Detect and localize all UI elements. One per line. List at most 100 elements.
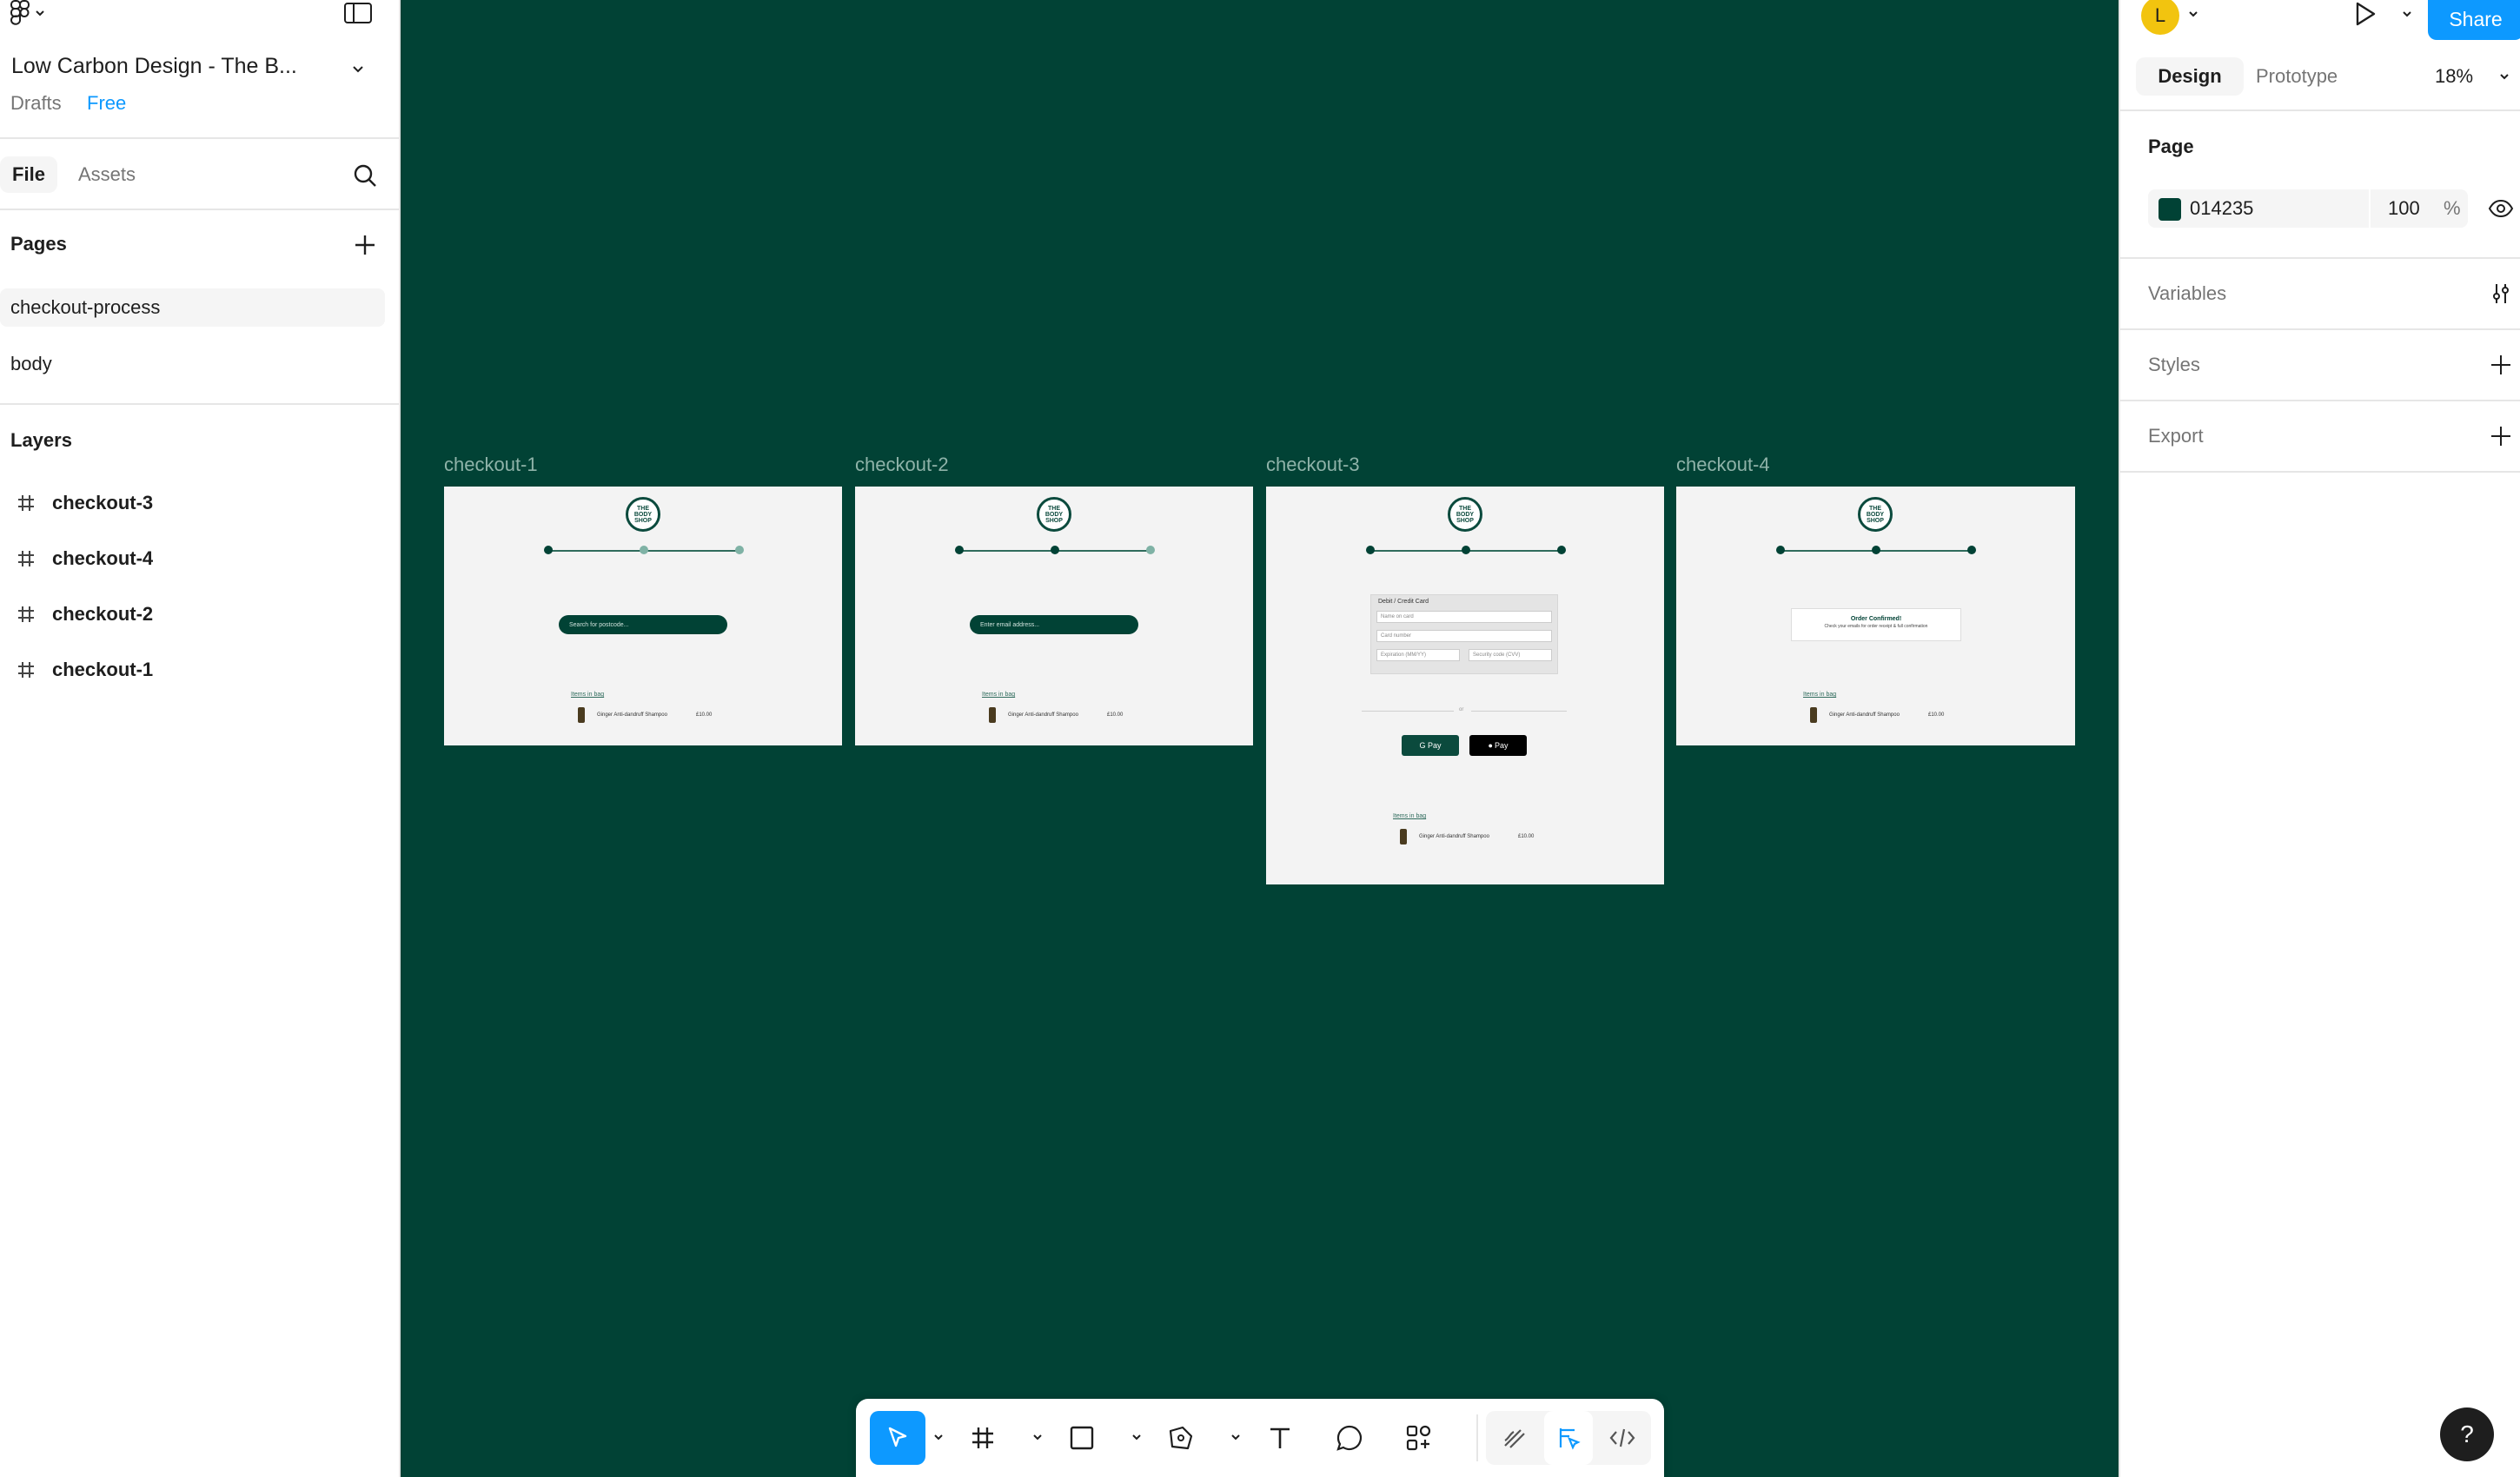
page-section-title: Page <box>2148 136 2194 157</box>
styles-section[interactable]: Styles <box>2120 330 2520 400</box>
progress-step-dot <box>955 546 964 554</box>
design-canvas[interactable]: checkout-1 THE BODY SHOP Search for post… <box>401 0 2119 1477</box>
chevron-down-icon[interactable] <box>2398 3 2416 24</box>
design-mode-button[interactable] <box>1544 1411 1593 1465</box>
layer-label: checkout-1 <box>52 659 154 680</box>
divider <box>0 209 401 210</box>
brand-logo: THE BODY SHOP <box>1858 497 1893 532</box>
zoom-level[interactable]: 18% <box>2435 57 2473 96</box>
share-button[interactable]: Share <box>2428 0 2520 40</box>
tab-assets[interactable]: Assets <box>78 156 136 193</box>
main-menu-button[interactable] <box>10 0 63 26</box>
brand-logo: THE BODY SHOP <box>626 497 660 532</box>
user-avatar[interactable]: L <box>2141 0 2179 35</box>
brand-logo: THE BODY SHOP <box>1037 497 1071 532</box>
styles-label: Styles <box>2148 354 2200 375</box>
export-section[interactable]: Export <box>2120 401 2520 471</box>
frame-label-checkout-2[interactable]: checkout-2 <box>855 454 949 476</box>
frame-hash-icon <box>0 493 52 513</box>
divider <box>2120 471 2520 473</box>
chevron-down-icon[interactable] <box>1228 1428 1243 1446</box>
frame-checkout-4[interactable]: THE BODY SHOP Order Confirmed! Check you… <box>1676 487 2075 745</box>
frame-label-checkout-3[interactable]: checkout-3 <box>1266 454 1360 476</box>
progress-step-dot <box>1872 546 1880 554</box>
frame-label-checkout-4[interactable]: checkout-4 <box>1676 454 1770 476</box>
order-confirmed-card: Order Confirmed! Check your emails for o… <box>1791 608 1961 641</box>
layer-item-checkout-2[interactable]: checkout-2 <box>0 593 385 636</box>
items-in-bag-link: Items in bag <box>982 692 1016 698</box>
variables-section[interactable]: Variables <box>2120 259 2520 328</box>
or-text: or <box>1459 707 1464 712</box>
variables-adjust-icon[interactable] <box>2485 278 2517 309</box>
chevron-down-icon[interactable] <box>348 59 368 80</box>
present-play-icon[interactable] <box>2348 0 2383 30</box>
frame-checkout-1[interactable]: THE BODY SHOP Search for postcode... Ite… <box>444 487 842 745</box>
search-icon[interactable] <box>348 160 382 191</box>
file-title[interactable]: Low Carbon Design - The B... <box>11 54 297 79</box>
frame-checkout-3[interactable]: THE BODY SHOP Debit / Credit Card Name o… <box>1266 487 1664 884</box>
text-tool-button[interactable] <box>1252 1411 1308 1465</box>
confirm-title: Order Confirmed! <box>1850 616 1902 622</box>
frame-tool-button[interactable] <box>955 1411 1011 1465</box>
help-button[interactable]: ? <box>2440 1407 2494 1461</box>
project-link[interactable]: Drafts <box>10 92 62 115</box>
email-field: Enter email address... <box>970 615 1138 634</box>
add-page-plus-icon[interactable] <box>349 229 381 261</box>
bottom-toolbar <box>856 1399 1664 1477</box>
apple-pay-button: ● Pay <box>1469 735 1527 756</box>
comment-tool-button[interactable] <box>1322 1411 1377 1465</box>
page-item-checkout-process[interactable]: checkout-process <box>0 288 385 327</box>
progress-step-dot <box>1051 546 1059 554</box>
dev-mode-button[interactable] <box>1598 1411 1647 1465</box>
frame-hash-icon <box>970 1425 996 1451</box>
card-form-title: Debit / Credit Card <box>1378 599 1429 605</box>
progress-step-dot <box>735 546 744 554</box>
progress-step-dot <box>1462 546 1470 554</box>
fill-opacity-input[interactable]: 100 <box>2388 189 2420 228</box>
items-in-bag-link: Items in bag <box>1393 813 1427 819</box>
fill-hex-input[interactable]: 014235 <box>2190 189 2253 228</box>
apple-icon: ● <box>1488 741 1493 750</box>
rectangle-tool-button[interactable] <box>1054 1411 1110 1465</box>
page-item-body[interactable]: body <box>0 345 385 383</box>
frame-label-checkout-1[interactable]: checkout-1 <box>444 454 538 476</box>
add-style-plus-icon[interactable] <box>2485 349 2517 381</box>
layer-item-checkout-1[interactable]: checkout-1 <box>0 648 385 692</box>
sidebar-toggle-icon[interactable] <box>341 0 375 26</box>
chevron-down-icon[interactable] <box>931 1428 946 1446</box>
divider-line <box>1471 711 1567 712</box>
variables-label: Variables <box>2148 282 2227 304</box>
actions-button[interactable] <box>1391 1411 1447 1465</box>
plan-badge[interactable]: Free <box>87 92 126 115</box>
chevron-down-icon[interactable] <box>1129 1428 1144 1446</box>
chevron-down-icon[interactable] <box>2496 66 2513 87</box>
move-tool-button[interactable] <box>870 1411 925 1465</box>
text-t-icon <box>1267 1425 1293 1451</box>
page-fill-row[interactable]: 014235 100 % <box>2148 189 2468 228</box>
security-code-field: Security code (CVV) <box>1469 649 1552 661</box>
frame-hash-icon <box>0 605 52 624</box>
tab-prototype[interactable]: Prototype <box>2249 57 2338 96</box>
divider-line <box>1362 711 1454 712</box>
tab-file[interactable]: File <box>0 156 57 193</box>
chevron-down-icon[interactable] <box>1030 1428 1045 1446</box>
code-brackets-icon <box>1608 1427 1636 1449</box>
draw-mode-button[interactable] <box>1490 1411 1539 1465</box>
tab-design[interactable]: Design <box>2136 57 2244 96</box>
pen-tool-button[interactable] <box>1153 1411 1209 1465</box>
fill-color-swatch[interactable] <box>2159 198 2181 221</box>
eye-icon[interactable] <box>2485 193 2517 224</box>
frame-checkout-2[interactable]: THE BODY SHOP Enter email address... Ite… <box>855 487 1253 745</box>
components-grid-icon <box>1405 1424 1433 1452</box>
figma-app: Low Carbon Design - The B... Drafts Free… <box>0 0 2520 1477</box>
draw-squiggle-icon <box>1502 1425 1528 1451</box>
postcode-search-field: Search for postcode... <box>559 615 727 634</box>
layer-item-checkout-4[interactable]: checkout-4 <box>0 537 385 580</box>
layer-item-checkout-3[interactable]: checkout-3 <box>0 481 385 525</box>
name-on-card-field: Name on card <box>1376 611 1552 623</box>
chevron-down-icon[interactable] <box>2185 5 2202 23</box>
progress-step-dot <box>544 546 553 554</box>
comment-bubble-icon <box>1336 1424 1363 1452</box>
divider <box>0 137 401 139</box>
add-export-plus-icon[interactable] <box>2485 421 2517 452</box>
